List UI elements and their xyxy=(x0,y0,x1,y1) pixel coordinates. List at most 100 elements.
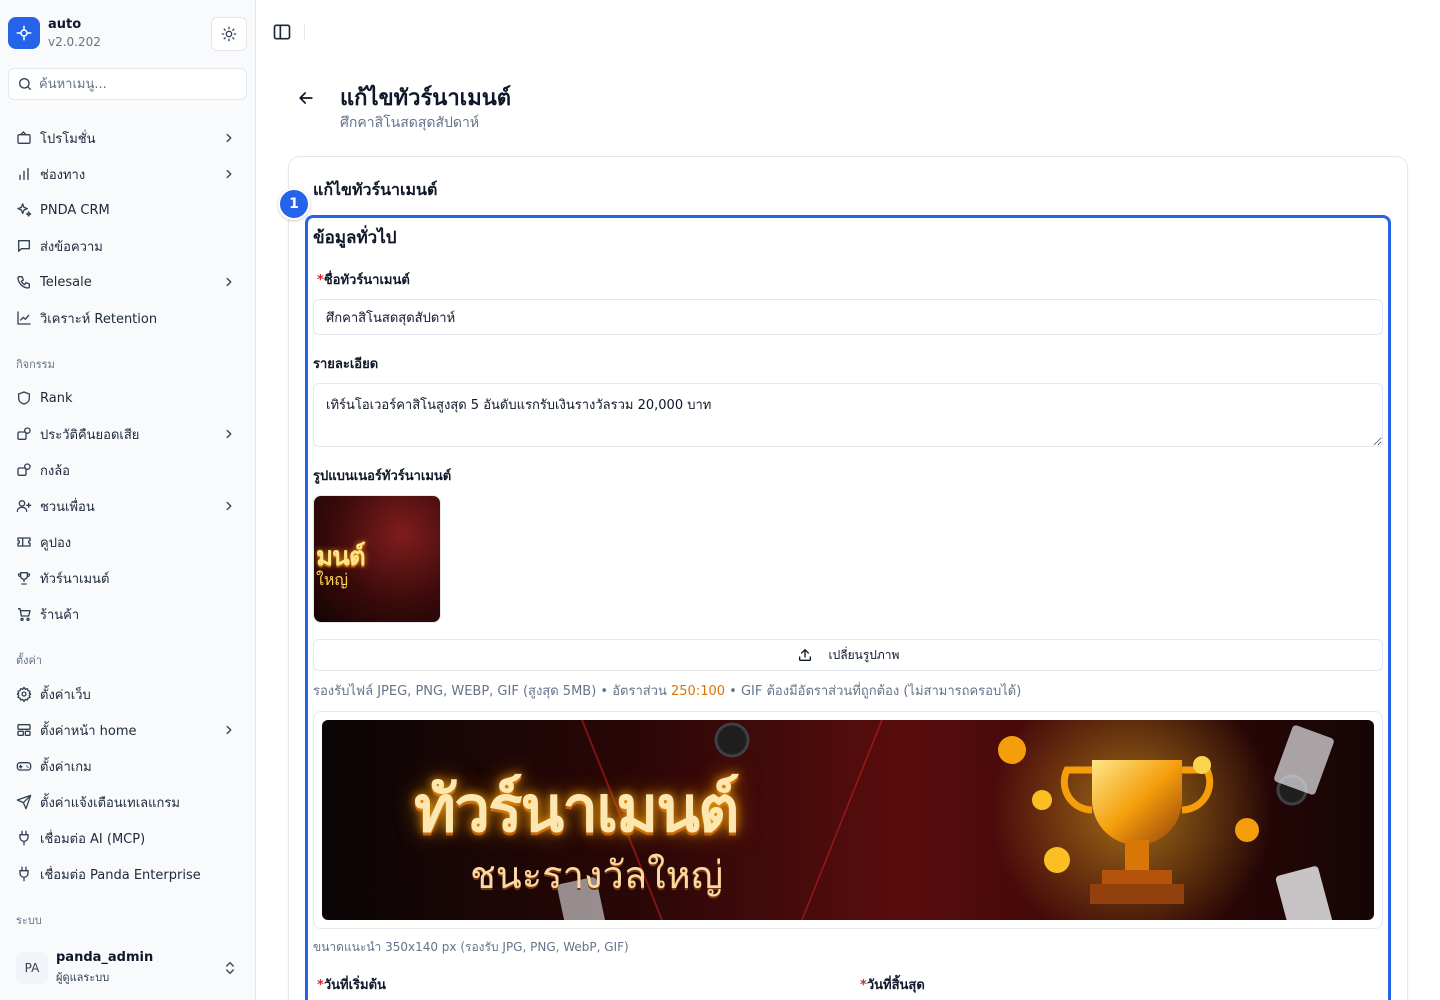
change-image-button[interactable]: เปลี่ยนรูปภาพ xyxy=(313,639,1383,671)
sidebar-item-game-settings[interactable]: ตั้งค่าเกม xyxy=(8,750,248,782)
sidebar-toggle-icon[interactable] xyxy=(272,22,292,42)
app-logo xyxy=(8,17,40,49)
section-system: ระบบ xyxy=(16,914,42,927)
plug-icon xyxy=(16,830,32,846)
sidebar-item-label: Rank xyxy=(40,390,73,406)
chevron-right-icon xyxy=(226,277,232,287)
cart-icon xyxy=(16,606,32,622)
end-date-label-text: วันที่สิ้นสุด xyxy=(866,978,925,993)
sidebar-item-wheel[interactable]: กงล้อ xyxy=(8,454,248,486)
chevron-right-icon xyxy=(226,169,232,179)
required-mark: * xyxy=(317,273,324,288)
size-hint: ขนาดแนะนำ 350x140 px (รองรับ JPG, PNG, W… xyxy=(313,940,629,954)
send-icon xyxy=(16,794,32,810)
sidebar-item-label: ชวนเพื่อน xyxy=(40,499,95,515)
menu-search[interactable] xyxy=(8,68,247,100)
description-label: รายละเอียด xyxy=(313,357,379,372)
line-chart-icon xyxy=(16,310,32,326)
hint-text: รองรับไฟล์ JPEG, PNG, WEBP, GIF (สูงสุด … xyxy=(313,684,672,699)
sidebar-item-coupon[interactable]: คูปอง xyxy=(8,526,248,558)
user-name: panda_admin xyxy=(56,950,154,965)
banner-preview-image: ทัวร์นาเมนต์ ชนะรางวัลใหญ่ xyxy=(322,720,1374,920)
sidebar-item-label: เชื่อมต่อ AI (MCP) xyxy=(40,831,146,847)
sidebar-item-label: ตั้งค่าเกม xyxy=(40,759,92,775)
phone-icon xyxy=(16,274,32,290)
file-format-hint: รองรับไฟล์ JPEG, PNG, WEBP, GIF (สูงสุด … xyxy=(313,680,1021,701)
search-icon xyxy=(19,78,31,90)
theme-toggle-button[interactable] xyxy=(211,17,247,51)
chevron-right-icon xyxy=(226,133,232,143)
sidebar-item-label: โปรโมชั่น xyxy=(40,131,96,147)
wheel-icon xyxy=(16,462,32,478)
start-date-label-text: วันที่เริ่มต้น xyxy=(323,978,386,993)
sidebar-item-label: ทัวร์นาเมนต์ xyxy=(40,571,110,587)
description-textarea[interactable]: เทิร์นโอเวอร์คาสิโนสูงสุด 5 อันดับแรกรับ… xyxy=(313,383,1383,447)
sidebar-item-message[interactable]: ส่งข้อความ xyxy=(8,230,248,262)
user-menu[interactable]: PA panda_admin ผู้ดูแลระบบ xyxy=(8,944,248,992)
sidebar-item-label: ตั้งค่าแจ้งเตือนเทเลแกรม xyxy=(40,795,180,811)
app-name: auto xyxy=(48,17,82,32)
sidebar-item-label: ส่งข้อความ xyxy=(40,239,103,255)
banner-subtitle-text: ชนะรางวัลใหญ่ xyxy=(470,853,724,897)
sidebar-item-label: ตั้งค่าหน้า home xyxy=(40,723,137,739)
plug-icon xyxy=(16,866,32,882)
sidebar-item-telegram-settings[interactable]: ตั้งค่าแจ้งเตือนเทเลแกรม xyxy=(8,786,248,818)
chevron-right-icon xyxy=(226,725,232,735)
banner-thumbnail[interactable]: มนต์ ใหญ่ xyxy=(313,495,441,623)
thumbnail-subtext: ใหญ่ xyxy=(316,570,348,589)
sidebar-item-invite-friend[interactable]: ชวนเพื่อน xyxy=(8,490,248,522)
trophy-icon xyxy=(16,570,32,586)
sidebar-item-label: วิเคราะห์ Retention xyxy=(40,311,158,327)
required-mark: * xyxy=(860,978,867,993)
chevron-right-icon xyxy=(226,501,232,511)
sidebar-item-rank[interactable]: Rank xyxy=(8,382,248,414)
sidebar-item-label: ร้านค้า xyxy=(40,607,80,623)
sidebar-item-refund-history[interactable]: ประวัติคืนยอดเสีย xyxy=(8,418,248,450)
upload-icon xyxy=(798,649,811,661)
message-square-icon xyxy=(16,238,32,254)
sidebar-item-channel[interactable]: ช่องทาง xyxy=(8,158,248,190)
sidebar-item-promotion[interactable]: โปรโมชั่น xyxy=(8,122,248,154)
sidebar-item-label: Telesale xyxy=(40,274,92,290)
sidebar-item-retention[interactable]: วิเคราะห์ Retention xyxy=(8,302,248,334)
search-input[interactable] xyxy=(39,76,229,92)
sidebar-item-ai-mcp[interactable]: เชื่อมต่อ AI (MCP) xyxy=(8,822,248,854)
tournament-name-input[interactable] xyxy=(313,299,1383,335)
sidebar-item-label: ช่องทาง xyxy=(40,167,86,183)
chevron-right-icon xyxy=(226,429,232,439)
start-date-label: *วันที่เริ่มต้น xyxy=(317,974,386,995)
sidebar-item-panda-enterprise[interactable]: เชื่อมต่อ Panda Enterprise xyxy=(8,858,248,890)
sun-icon xyxy=(221,26,237,42)
sidebar-item-tournament[interactable]: ทัวร์นาเมนต์ xyxy=(8,562,248,594)
sidebar-item-telesale[interactable]: Telesale xyxy=(8,266,248,298)
ratio-value: 250:100 xyxy=(671,684,726,699)
section-activity: กิจกรรม xyxy=(16,358,55,371)
user-plus-icon xyxy=(16,498,32,514)
sidebar-item-home-settings[interactable]: ตั้งค่าหน้า home xyxy=(8,714,248,746)
page-subtitle: ศึกคาสิโนสดสุดสัปดาห์ xyxy=(340,115,480,131)
sparkles-icon xyxy=(16,202,32,218)
ticket-icon xyxy=(16,130,32,146)
user-role: ผู้ดูแลระบบ xyxy=(56,971,110,984)
sidebar: auto v2.0.202 โปรโมชั่น ช่องทาง PNDA CRM… xyxy=(0,0,256,1000)
sidebar-item-label: คูปอง xyxy=(40,535,72,551)
step-badge: 1 xyxy=(278,188,310,220)
brand-header: auto v2.0.202 xyxy=(8,16,248,52)
sidebar-item-shop[interactable]: ร้านค้า xyxy=(8,598,248,630)
sidebar-item-label: กงล้อ xyxy=(40,463,70,479)
banner-label: รูปแบนเนอร์ทัวร์นาเมนต์ xyxy=(313,469,452,484)
required-mark: * xyxy=(317,978,324,993)
layout-icon xyxy=(16,722,32,738)
name-label: *ชื่อทัวร์นาเมนต์ xyxy=(317,269,410,290)
sidebar-item-pnda-crm[interactable]: PNDA CRM xyxy=(8,194,248,226)
back-arrow-icon[interactable] xyxy=(296,88,316,108)
sidebar-item-web-settings[interactable]: ตั้งค่าเว็บ xyxy=(8,678,248,710)
shield-icon xyxy=(16,390,32,406)
change-image-label: เปลี่ยนรูปภาพ xyxy=(828,647,900,662)
hint-text-after: • GIF ต้องมีอัตราส่วนที่ถูกต้อง (ไม่สามา… xyxy=(725,684,1022,699)
sidebar-item-label: ตั้งค่าเว็บ xyxy=(40,687,91,703)
avatar: PA xyxy=(16,952,48,984)
gamepad-icon xyxy=(16,758,32,774)
end-date-label: *วันที่สิ้นสุด xyxy=(860,974,925,995)
coupon-icon xyxy=(16,534,32,550)
